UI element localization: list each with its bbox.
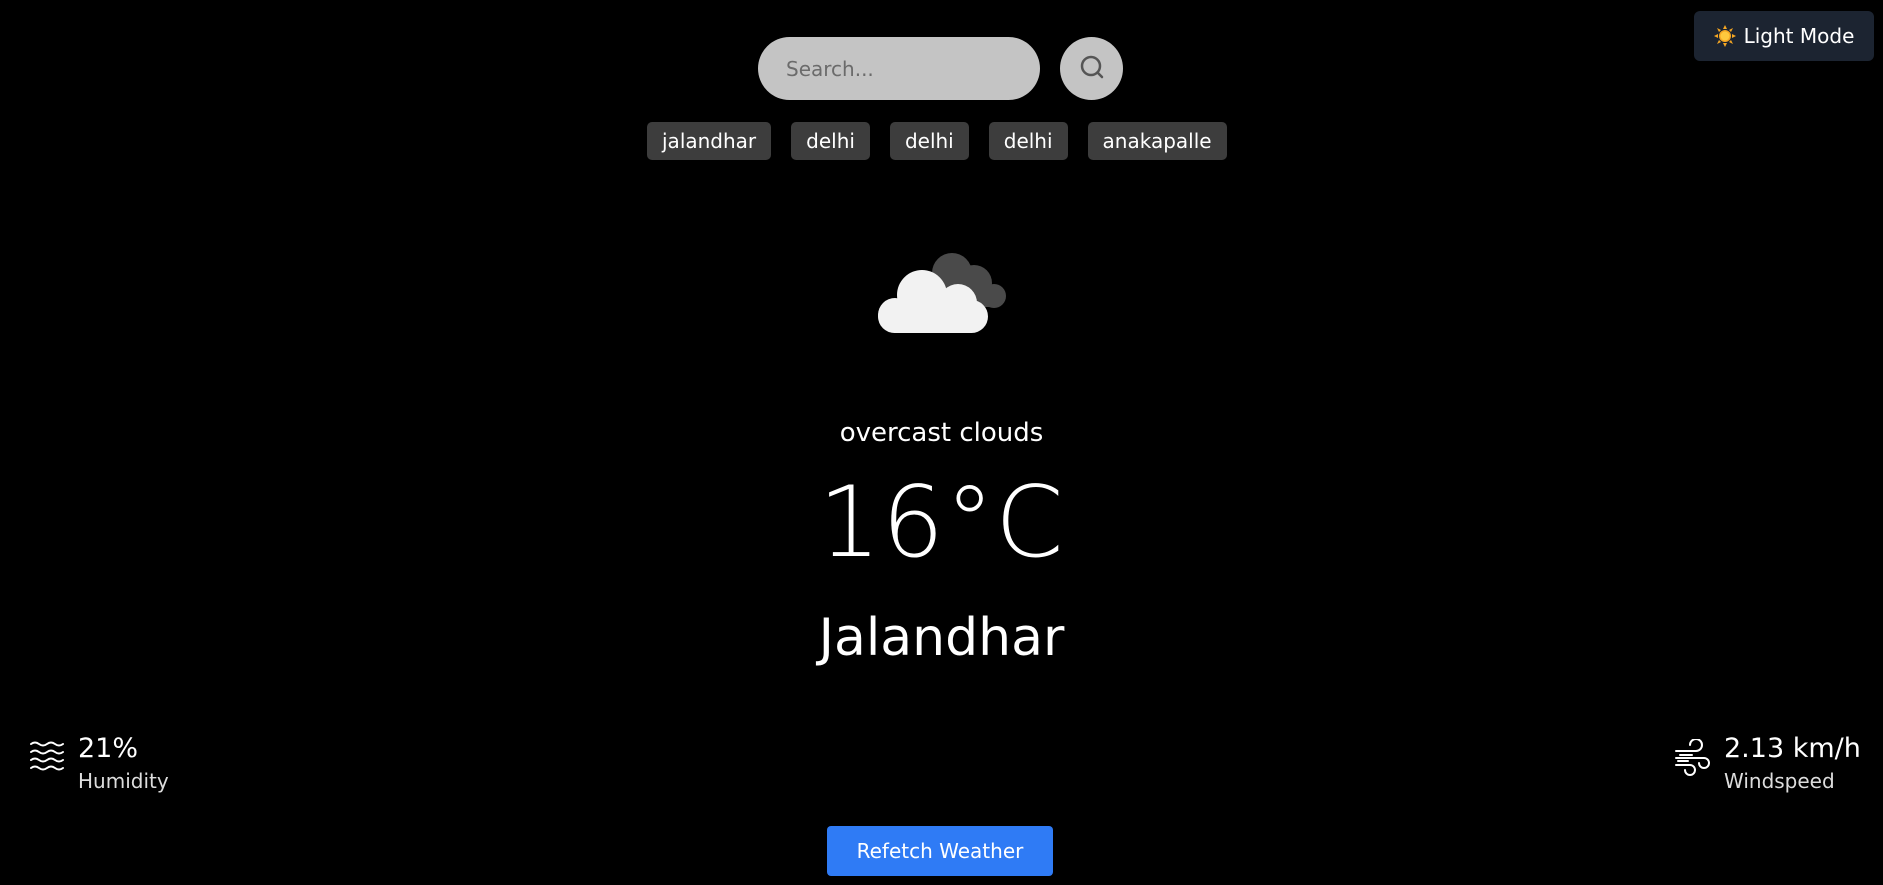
windspeed-value: 2.13 km/h: [1724, 733, 1861, 764]
humidity-value: 21%: [78, 733, 139, 764]
temperature: 16°C: [818, 466, 1065, 580]
light-mode-toggle[interactable]: Light Mode: [1694, 11, 1874, 61]
search-history: jalandhar delhi delhi delhi anakapalle: [647, 122, 1227, 160]
windspeed-stat: 2.13 km/h Windspeed: [1674, 733, 1861, 793]
wind-icon: [1674, 738, 1712, 777]
city-name: Jalandhar: [818, 608, 1065, 668]
history-chip[interactable]: jalandhar: [647, 122, 772, 160]
history-chip[interactable]: anakapalle: [1087, 122, 1227, 160]
sun-icon: [1713, 25, 1736, 47]
weather-description: overcast clouds: [839, 418, 1044, 448]
humidity-icon: [28, 739, 66, 777]
search-input[interactable]: [758, 37, 1040, 100]
humidity-label: Humidity: [78, 769, 169, 794]
windspeed-label: Windspeed: [1724, 769, 1835, 794]
search-button[interactable]: [1060, 37, 1123, 100]
humidity-stat: 21% Humidity: [28, 733, 169, 793]
history-chip[interactable]: delhi: [791, 122, 870, 160]
refetch-weather-button[interactable]: Refetch Weather: [827, 826, 1053, 876]
cloud-icon: [870, 245, 1010, 345]
search-icon: [1079, 54, 1105, 84]
history-chip[interactable]: delhi: [889, 122, 969, 160]
history-chip[interactable]: delhi: [988, 122, 1068, 160]
search-bar: [758, 37, 1123, 100]
light-mode-label: Light Mode: [1743, 24, 1855, 48]
